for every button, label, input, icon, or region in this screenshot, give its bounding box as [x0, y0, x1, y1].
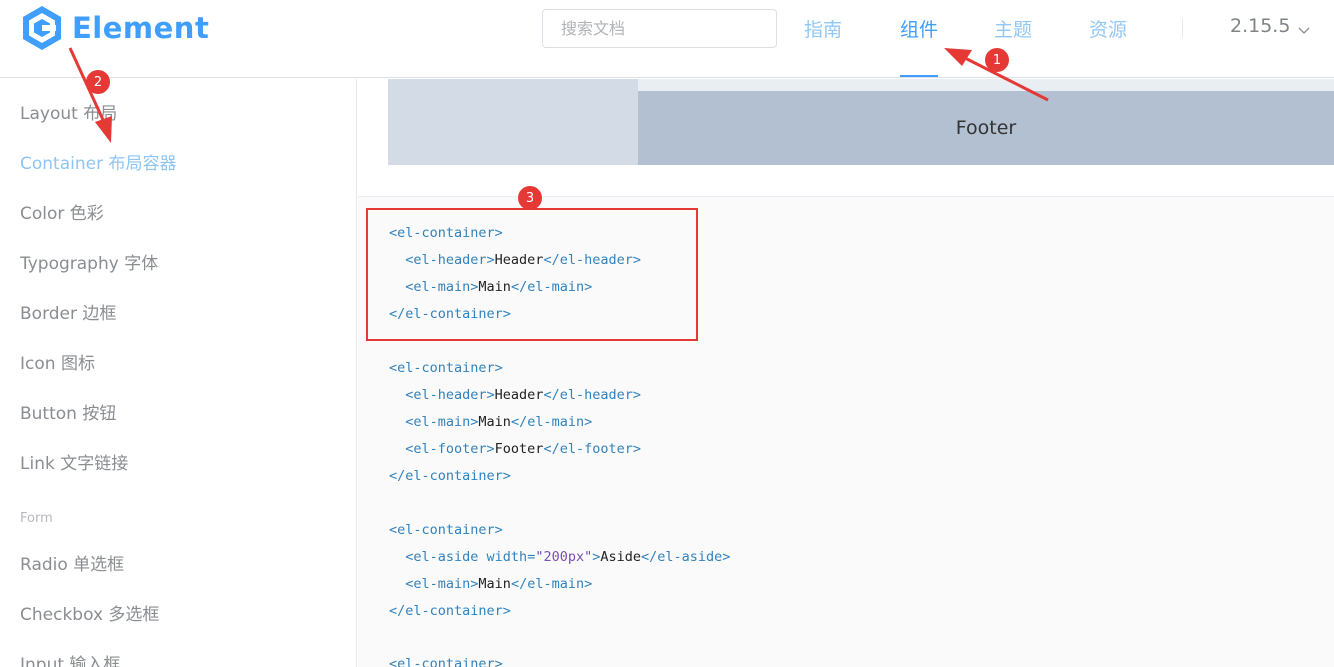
- code-line: <el-main>Main</el-main>: [389, 576, 592, 592]
- code-line: </el-container>: [389, 603, 511, 619]
- code-tag: <el-header>: [405, 387, 495, 403]
- sidebar-item-checkbox[interactable]: Checkbox 多选框: [20, 600, 159, 625]
- top-header: Element 指南 组件 主题 资源 2.15.5: [0, 0, 1334, 78]
- nav-guide[interactable]: 指南: [804, 15, 842, 42]
- logo[interactable]: Element: [20, 4, 209, 52]
- sidebar-item-icon[interactable]: Icon 图标: [20, 349, 95, 374]
- code-line: <el-container>: [389, 522, 503, 538]
- sidebar-item-radio[interactable]: Radio 单选框: [20, 550, 124, 575]
- annotation-badge-2: 2: [86, 70, 110, 94]
- sidebar: Layout 布局 Container 布局容器 Color 色彩 Typogr…: [0, 79, 357, 667]
- chevron-down-icon[interactable]: [1298, 20, 1310, 39]
- code-tag: <el-main>: [405, 576, 479, 592]
- code-tag: </el-container>: [389, 468, 511, 484]
- sidebar-item-container[interactable]: Container 布局容器: [20, 149, 176, 174]
- code-value: "200px": [535, 549, 593, 565]
- code-tag: </el-footer>: [543, 441, 641, 457]
- code-tag: <el-container>: [389, 360, 503, 376]
- logo-text: Element: [72, 11, 210, 45]
- sidebar-item-input[interactable]: Input 输入框: [20, 650, 120, 667]
- sidebar-item-border[interactable]: Border 边框: [20, 299, 116, 324]
- demo-aside-block: [388, 79, 638, 165]
- code-line: <el-container>: [389, 360, 503, 376]
- code-tag: <el-container>: [389, 522, 503, 538]
- code-line: <el-container>: [389, 656, 503, 667]
- sidebar-item-layout[interactable]: Layout 布局: [20, 99, 117, 124]
- code-text: Main: [478, 414, 511, 430]
- code-tag: <el-container>: [389, 656, 503, 667]
- annotation-box: [366, 208, 698, 341]
- nav-divider: [1182, 18, 1183, 38]
- code-attr: width=: [478, 549, 536, 565]
- code-text: Aside: [600, 549, 642, 565]
- code-line: <el-header>Header</el-header>: [389, 387, 641, 403]
- code-tag: </el-main>: [510, 576, 593, 592]
- code-text: Main: [478, 576, 511, 592]
- nav-component[interactable]: 组件: [900, 15, 938, 42]
- nav-theme[interactable]: 主题: [994, 15, 1032, 42]
- main-content: Footer <el-container> <el-header>Header<…: [358, 79, 1334, 667]
- element-logo-icon: [20, 4, 64, 52]
- code-tag: <el-footer>: [405, 441, 495, 457]
- code-text: Footer: [494, 441, 544, 457]
- code-tag: </el-aside>: [641, 549, 731, 565]
- nav-resource[interactable]: 资源: [1089, 15, 1127, 42]
- code-tag: </el-main>: [510, 414, 593, 430]
- nav-active-indicator: [900, 75, 938, 77]
- code-tag: </el-header>: [543, 387, 641, 403]
- code-tag: <el-main>: [405, 414, 479, 430]
- annotation-badge-3: 3: [518, 186, 542, 210]
- code-line: <el-main>Main</el-main>: [389, 414, 592, 430]
- demo-footer-label: Footer: [955, 117, 1017, 139]
- sidebar-item-button[interactable]: Button 按钮: [20, 399, 116, 424]
- code-line: <el-aside width="200px">Aside</el-aside>: [389, 549, 730, 565]
- sidebar-item-link[interactable]: Link 文字链接: [20, 449, 128, 474]
- sidebar-item-typography[interactable]: Typography 字体: [20, 249, 158, 274]
- code-line: <el-footer>Footer</el-footer>: [389, 441, 641, 457]
- sidebar-group-form: Form: [20, 511, 53, 526]
- code-text: Header: [494, 387, 544, 403]
- annotation-badge-1: 1: [985, 48, 1009, 72]
- demo-main-block: [638, 79, 1334, 91]
- code-line: </el-container>: [389, 468, 511, 484]
- search-input[interactable]: [542, 9, 777, 48]
- code-tag: <el-aside: [405, 549, 479, 565]
- code-tag: </el-container>: [389, 603, 511, 619]
- demo-footer-block: Footer: [638, 91, 1334, 165]
- sidebar-item-color[interactable]: Color 色彩: [20, 199, 104, 224]
- version-selector[interactable]: 2.15.5: [1230, 15, 1290, 37]
